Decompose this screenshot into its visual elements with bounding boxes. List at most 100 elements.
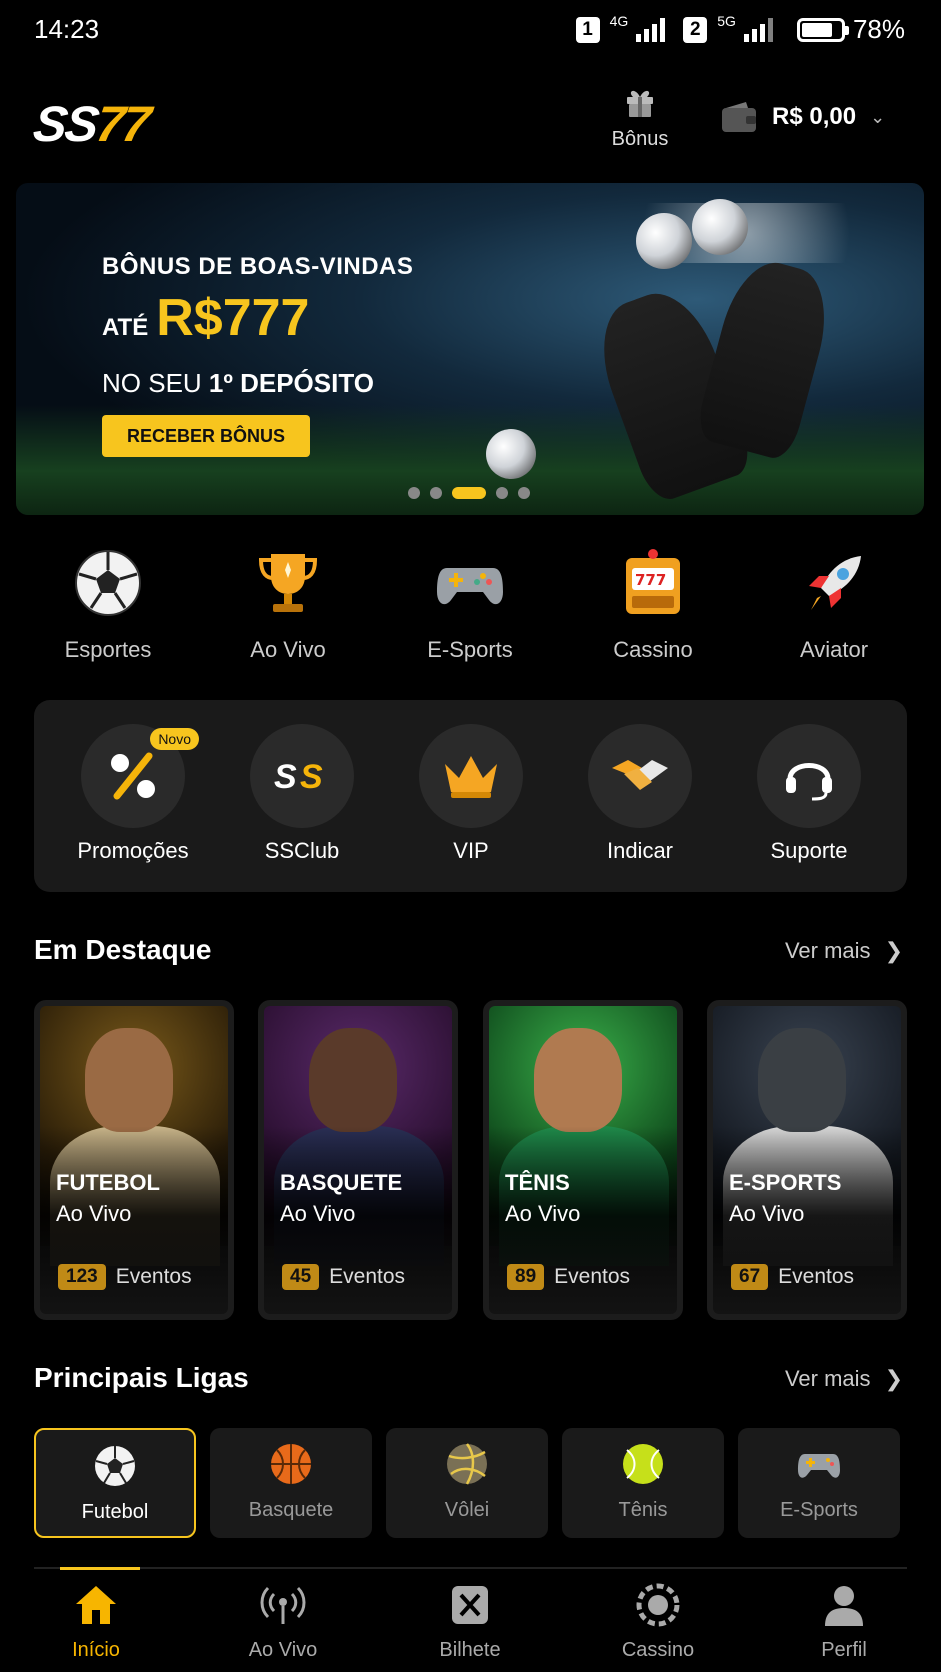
card-event-count: 123 Eventos: [58, 1264, 192, 1290]
card-sport: E-SPORTS: [729, 1170, 842, 1195]
battery-icon: [796, 17, 849, 42]
category-label: Aviator: [799, 637, 869, 662]
player-illustration: [85, 1028, 173, 1132]
indicar-circle: [588, 724, 692, 828]
category-cassino[interactable]: 777 Cassino: [578, 548, 728, 663]
chevron-down-icon: ⌄: [870, 106, 886, 127]
quick-suporte[interactable]: Suporte: [744, 724, 874, 864]
card-status: Ao Vivo: [729, 1201, 805, 1226]
gift-icon: [627, 90, 653, 117]
nav-inicio[interactable]: Início: [36, 1582, 156, 1662]
nav-label: Início: [72, 1639, 120, 1661]
player-illustration: [758, 1028, 846, 1132]
quick-label: VIP: [453, 838, 489, 863]
category-aviator[interactable]: Aviator: [759, 548, 909, 663]
crown-icon: [445, 756, 497, 798]
league-e-sports[interactable]: E-Sports: [738, 1428, 900, 1538]
nav-ao-vivo[interactable]: Ao Vivo: [223, 1582, 343, 1662]
carousel-dot-active[interactable]: [452, 487, 486, 499]
league-label: E-Sports: [780, 1499, 858, 1521]
bonus-label: Bônus: [611, 128, 669, 150]
nav-cassino[interactable]: Cassino: [598, 1582, 718, 1662]
nav-perfil[interactable]: Perfil: [784, 1582, 904, 1662]
soccer-ball-icon: [636, 213, 692, 269]
quick-promocoes[interactable]: Novo Promoções: [68, 724, 199, 864]
quick-vip[interactable]: VIP: [406, 724, 536, 864]
featured-card-futebol[interactable]: FUTEBOL Ao Vivo 123 Eventos: [34, 1000, 234, 1320]
card-status: Ao Vivo: [280, 1201, 356, 1226]
bottom-navigation: Início Ao Vivo Bilhete Cassino Perfil: [0, 1572, 941, 1672]
category-label: Esportes: [64, 637, 152, 662]
signal-icon: [636, 17, 666, 42]
league-label: Vôlei: [444, 1499, 490, 1521]
status-time: 14:23: [34, 14, 100, 44]
user-icon: [825, 1586, 863, 1626]
gamepad-icon: [437, 568, 503, 605]
category-e-sports[interactable]: E-Sports: [395, 548, 545, 663]
casino-chip-icon: [636, 1583, 680, 1627]
status-bar: 14:23 1 4G 2 5G 78%: [0, 0, 941, 60]
category-label: Cassino: [613, 637, 693, 662]
carousel-dot[interactable]: [430, 487, 442, 499]
balance-amount: R$ 0,00: [772, 103, 857, 130]
featured-card-basquete[interactable]: BASQUETE Ao Vivo 45 Eventos: [258, 1000, 458, 1320]
quick-access-panel: Novo Promoções S S SSClub VIP Indicar Su…: [34, 700, 907, 892]
soccer-ball-icon: [692, 199, 748, 255]
banner-headline: BÔNUS DE BOAS-VINDAS: [102, 253, 414, 280]
featured-card-tenis[interactable]: TÊNIS Ao Vivo 89 Eventos: [483, 1000, 683, 1320]
league-volei[interactable]: Vôlei: [386, 1428, 548, 1538]
percent-icon: [111, 752, 155, 800]
network-type-1: 4G: [609, 12, 629, 29]
carousel-indicator[interactable]: [408, 487, 530, 499]
chevron-right-icon: ❯: [884, 938, 903, 963]
quick-indicar[interactable]: Indicar: [575, 724, 705, 864]
player-illustration: [309, 1028, 397, 1132]
featured-card-e-sports[interactable]: E-SPORTS Ao Vivo 67 Eventos: [707, 1000, 907, 1320]
leagues-see-more[interactable]: Ver mais ❯: [785, 1366, 903, 1392]
wallet-balance[interactable]: R$ 0,00 ⌄: [720, 100, 885, 134]
battery-percent: 78%: [852, 14, 905, 44]
league-futebol[interactable]: Futebol: [34, 1428, 196, 1538]
card-event-count: 45 Eventos: [282, 1264, 405, 1290]
category-esportes[interactable]: Esportes: [33, 548, 183, 663]
category-ao-vivo[interactable]: Ao Vivo: [213, 548, 363, 663]
carousel-dot[interactable]: [518, 487, 530, 499]
promo-circle: Novo: [81, 724, 199, 828]
player-illustration: [534, 1028, 622, 1132]
banner-subline: NO SEU 1º DEPÓSITO: [102, 368, 374, 398]
nav-label: Cassino: [621, 1639, 695, 1661]
vip-circle: [419, 724, 523, 828]
carousel-dot[interactable]: [408, 487, 420, 499]
scroll-divider: [34, 1567, 907, 1570]
featured-see-more[interactable]: Ver mais ❯: [785, 938, 903, 964]
category-row: Esportes Ao Vivo E-Sports 777 Cassino Av…: [0, 548, 941, 678]
receive-bonus-button[interactable]: RECEBER BÔNUS: [102, 415, 310, 457]
nav-label: Bilhete: [439, 1639, 501, 1661]
nav-bilhete[interactable]: Bilhete: [410, 1582, 530, 1662]
quick-label: Indicar: [606, 838, 674, 863]
promo-banner[interactable]: BÔNUS DE BOAS-VINDAS ATÉ R$777 NO SEU 1º …: [16, 183, 924, 515]
volleyball-icon: [447, 1443, 487, 1485]
category-label: Ao Vivo: [250, 637, 326, 662]
quick-ssclub[interactable]: S S SSClub: [237, 724, 367, 864]
basketball-icon: [271, 1444, 311, 1484]
bonus-button[interactable]: Bônus: [600, 85, 680, 151]
carousel-dot[interactable]: [496, 487, 508, 499]
ssclub-circle: S S: [250, 724, 354, 828]
league-label: Futebol: [81, 1501, 149, 1523]
live-broadcast-icon: [260, 1586, 306, 1624]
gamepad-icon: [798, 1454, 840, 1478]
league-label: Tênis: [618, 1499, 668, 1521]
nav-label: Perfil: [821, 1639, 867, 1661]
suporte-circle: [757, 724, 861, 828]
app-logo[interactable]: SS77: [30, 95, 152, 153]
scroll-indicator: [60, 1567, 140, 1570]
league-tenis[interactable]: Tênis: [562, 1428, 724, 1538]
soccer-ball-icon: [486, 429, 536, 479]
headset-icon: [786, 763, 832, 801]
card-sport: TÊNIS: [505, 1170, 570, 1195]
home-icon: [76, 1586, 116, 1624]
card-sport: FUTEBOL: [56, 1170, 160, 1195]
league-basquete[interactable]: Basquete: [210, 1428, 372, 1538]
new-badge: Novo: [150, 728, 199, 750]
